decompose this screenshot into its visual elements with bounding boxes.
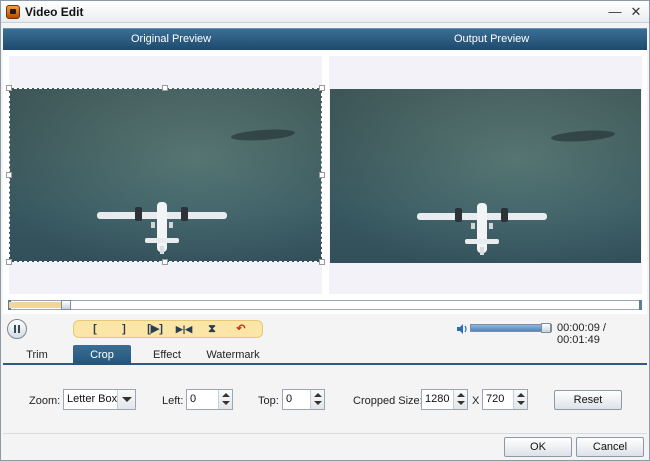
footer-divider bbox=[3, 433, 647, 434]
edit-tabs: Trim Crop Effect Watermark bbox=[3, 343, 647, 365]
set-start-button[interactable]: [ bbox=[84, 321, 106, 339]
top-value: 0 bbox=[286, 393, 293, 405]
merge-button[interactable]: ⧗ bbox=[201, 321, 223, 339]
top-stepper[interactable]: 0 bbox=[282, 389, 325, 410]
crop-handle-right[interactable] bbox=[319, 172, 325, 178]
output-preview-label: Output Preview bbox=[454, 33, 530, 45]
spin-arrows-icon[interactable] bbox=[218, 390, 232, 409]
video-edit-window: Video Edit — ✕ Original Preview Output P… bbox=[0, 0, 650, 461]
tab-crop[interactable]: Crop bbox=[73, 345, 131, 365]
crop-width-stepper[interactable]: 1280 bbox=[421, 389, 468, 410]
close-button[interactable]: ✕ bbox=[628, 4, 644, 20]
cancel-button[interactable]: Cancel bbox=[576, 437, 644, 457]
crop-handle-left[interactable] bbox=[6, 172, 12, 178]
zoom-select[interactable]: Letter Box bbox=[63, 389, 136, 410]
tab-effect[interactable]: Effect bbox=[145, 345, 189, 365]
output-video-frame bbox=[330, 89, 641, 263]
top-label: Top: bbox=[258, 395, 279, 407]
play-segment-button[interactable]: [▶] bbox=[142, 321, 168, 339]
preview-area bbox=[3, 50, 647, 314]
size-separator: X bbox=[472, 395, 480, 407]
preview-header: Original Preview Output Preview bbox=[3, 28, 647, 50]
undo-button[interactable]: ↶ bbox=[230, 321, 252, 339]
app-icon bbox=[6, 5, 20, 19]
minimize-button[interactable]: — bbox=[607, 4, 623, 20]
pause-button[interactable] bbox=[7, 319, 27, 339]
airplane-image bbox=[417, 203, 547, 255]
spin-arrows-icon[interactable] bbox=[513, 390, 527, 409]
tab-trim[interactable]: Trim bbox=[17, 345, 57, 365]
output-preview-pane bbox=[329, 56, 642, 294]
timeline-end-marker[interactable] bbox=[639, 300, 642, 310]
set-end-button[interactable]: ] bbox=[113, 321, 135, 339]
left-label: Left: bbox=[162, 395, 184, 407]
volume-slider[interactable] bbox=[470, 324, 552, 332]
title-bar[interactable]: Video Edit — ✕ bbox=[1, 1, 649, 23]
crop-handle-top[interactable] bbox=[162, 85, 168, 91]
chevron-down-icon[interactable] bbox=[117, 390, 135, 409]
left-value: 0 bbox=[190, 393, 197, 405]
crop-handle-top-left[interactable] bbox=[6, 85, 12, 91]
reset-button[interactable]: Reset bbox=[554, 390, 622, 410]
crop-handle-bottom[interactable] bbox=[162, 259, 168, 265]
window-title: Video Edit bbox=[25, 5, 84, 19]
zoom-value: Letter Box bbox=[67, 393, 118, 405]
timeline-slider[interactable] bbox=[8, 300, 642, 310]
spin-arrows-icon[interactable] bbox=[310, 390, 324, 409]
crop-handle-top-right[interactable] bbox=[319, 85, 325, 91]
volume-icon[interactable] bbox=[456, 323, 468, 335]
ok-button[interactable]: OK bbox=[504, 437, 572, 457]
crop-frame[interactable] bbox=[9, 88, 322, 262]
original-preview-label: Original Preview bbox=[131, 33, 212, 45]
cropped-size-label: Cropped Size: bbox=[353, 395, 423, 407]
crop-height-value: 720 bbox=[486, 393, 505, 405]
crop-handle-bottom-right[interactable] bbox=[319, 259, 325, 265]
crop-handle-bottom-left[interactable] bbox=[6, 259, 12, 265]
spin-arrows-icon[interactable] bbox=[453, 390, 467, 409]
crop-height-stepper[interactable]: 720 bbox=[482, 389, 528, 410]
timeline-progress bbox=[9, 302, 66, 308]
original-preview-pane bbox=[6, 56, 325, 294]
tab-watermark[interactable]: Watermark bbox=[203, 345, 263, 365]
split-button[interactable]: ▶|◀ bbox=[171, 321, 197, 339]
edit-toolbar: [ ] [▶] ▶|◀ ⧗ ↶ bbox=[73, 320, 263, 338]
volume-thumb[interactable] bbox=[541, 323, 551, 333]
crop-width-value: 1280 bbox=[425, 393, 450, 405]
zoom-label: Zoom: bbox=[29, 395, 61, 407]
left-stepper[interactable]: 0 bbox=[186, 389, 233, 410]
timeline-thumb[interactable] bbox=[61, 300, 71, 310]
